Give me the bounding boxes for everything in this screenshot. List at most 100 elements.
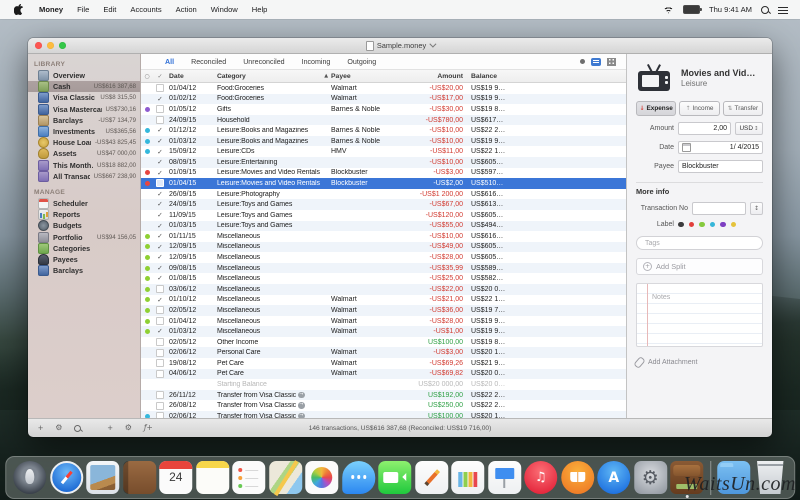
menu-item-edit[interactable]: Edit xyxy=(96,5,123,14)
transaction-row[interactable]: ✓ 01/03/12 Leisure:Books and Magazines Barn… xyxy=(141,135,626,147)
list-view-icon[interactable] xyxy=(591,57,601,66)
sidebar-item-payees[interactable]: Payees xyxy=(28,253,140,265)
sidebar-item-visa-classic[interactable]: Visa Classic US$8 315,50 xyxy=(28,92,140,104)
reconciled-cell[interactable] xyxy=(153,348,167,357)
tab-unreconciled[interactable]: Unreconciled xyxy=(243,58,284,66)
sidebar-item-budgets[interactable]: Budgets xyxy=(28,220,140,232)
menu-item-file[interactable]: File xyxy=(70,5,96,14)
reconciled-cell[interactable]: ✓ xyxy=(153,223,167,230)
dock-preview-icon[interactable] xyxy=(86,461,120,494)
reconciled-cell[interactable] xyxy=(153,285,167,294)
reconciled-cell[interactable]: ✓ xyxy=(153,159,167,166)
dock-numbers-icon[interactable] xyxy=(451,461,485,494)
menu-item-money[interactable]: Money xyxy=(32,5,70,14)
transaction-row[interactable]: ✓ 01/11/15 Miscellaneous -US$10,00 US$616… xyxy=(141,231,626,242)
reconciled-cell[interactable]: ✓ xyxy=(153,233,167,240)
date-field[interactable]: 1/ 4/2015 xyxy=(678,141,763,154)
transaction-row[interactable]: 24/09/15 Household -US$780,00 US$617… xyxy=(141,114,626,126)
transaction-no-stepper[interactable]: ↕ xyxy=(750,202,763,215)
transaction-row[interactable]: ✓ 01/08/15 Miscellaneous -US$25,00 US$582… xyxy=(141,273,626,284)
category-column-header[interactable]: Category ▲ xyxy=(217,73,331,80)
tab-all[interactable]: All xyxy=(165,58,174,66)
menu-item-help[interactable]: Help xyxy=(245,5,275,14)
amount-column-header[interactable]: Amount xyxy=(411,73,463,80)
dock-facetime-icon[interactable] xyxy=(378,461,412,494)
wifi-icon[interactable] xyxy=(662,6,674,14)
transaction-row[interactable]: ✓ 01/02/12 Food:Groceries Walmart -US$17,00 U… xyxy=(141,93,626,105)
reconciled-cell[interactable]: ✓ xyxy=(153,201,167,208)
sidebar-item-all-transac-[interactable]: All Transac…US$667 238,90 xyxy=(28,170,140,182)
reconciled-cell[interactable]: ✓ xyxy=(153,148,167,156)
action-fx-button[interactable]: ƒ+ xyxy=(144,424,153,432)
transaction-row[interactable]: 02/06/12 Personal Care Walmart -US$3,00 US$2… xyxy=(141,347,626,359)
record-view-icon[interactable] xyxy=(580,59,585,64)
transaction-row[interactable]: ✓ 09/08/15 Miscellaneous -US$35,99 US$589… xyxy=(141,262,626,274)
transaction-row[interactable]: ✓ 11/09/15 Leisure:Toys and Games -US$120,0… xyxy=(141,210,626,221)
transaction-row[interactable]: ✓ 01/12/12 Leisure:Books and Magazines Barn… xyxy=(141,125,626,136)
reconciled-cell[interactable] xyxy=(153,338,167,347)
reconciled-cell[interactable]: ✓ xyxy=(153,170,167,177)
spotlight-icon[interactable] xyxy=(761,5,769,14)
label-color-dot[interactable] xyxy=(709,221,715,228)
dock-ibooks-icon[interactable] xyxy=(560,461,594,494)
sidebar-item-overview[interactable]: Overview xyxy=(28,70,140,82)
transaction-row[interactable]: 01/04/12 Miscellaneous Walmart -US$28,00 US$… xyxy=(141,316,626,327)
label-color-dot[interactable] xyxy=(699,221,705,228)
title-chevron-icon[interactable] xyxy=(429,40,437,48)
expense-button[interactable]: ↓ Expense xyxy=(636,101,677,116)
transaction-row[interactable]: 03/06/12 Miscellaneous -US$22,00 US$20 0… xyxy=(141,283,626,295)
sidebar-item-investments[interactable]: Investments US$365,56 xyxy=(28,126,140,138)
transaction-row[interactable]: ✓ 26/09/15 Leisure:Photography -US$1 200,00… xyxy=(141,189,626,200)
sidebar-item-this-month-[interactable]: This Month… US$18 882,00 xyxy=(28,159,140,171)
sidebar-item-assets[interactable]: Assets US$47 000,00 xyxy=(28,148,140,160)
dock-messages-icon[interactable] xyxy=(341,461,375,494)
dock-maps-icon[interactable] xyxy=(268,461,302,494)
transaction-row[interactable]: 04/06/12 Pet Care Walmart -US$69,82 US$20 0… xyxy=(141,368,626,380)
reconciled-cell[interactable]: ✓ xyxy=(153,328,167,335)
add-account-button[interactable]: + xyxy=(38,423,43,433)
amount-field[interactable]: 2,00 xyxy=(678,122,731,135)
dock-contacts-icon[interactable] xyxy=(122,461,156,494)
reconciled-cell[interactable]: ✓ xyxy=(153,127,167,134)
balance-column-header[interactable]: Balance xyxy=(463,73,525,80)
battery-icon[interactable] xyxy=(682,5,702,14)
transaction-row[interactable]: ✓ 01/03/12 Miscellaneous Walmart -US$1,00 US$… xyxy=(141,326,626,337)
reconciled-cell[interactable]: ✓ xyxy=(153,265,167,272)
reconciled-cell[interactable] xyxy=(153,179,167,188)
dock-reminders-icon[interactable] xyxy=(232,461,266,494)
label-color-dot[interactable] xyxy=(720,221,726,228)
apple-menu-icon[interactable] xyxy=(14,4,23,15)
reconciled-cell[interactable]: ✓ xyxy=(153,212,167,219)
menu-item-accounts[interactable]: Accounts xyxy=(123,5,168,14)
transaction-row[interactable]: 02/06/12 Transfer from Visa Classic → US$10… xyxy=(141,410,626,418)
transaction-row[interactable]: 26/08/12 Transfer from Visa Classic → US$25… xyxy=(141,400,626,411)
grid-view-icon[interactable] xyxy=(607,57,616,66)
reconciled-cell[interactable] xyxy=(153,369,167,378)
status-column-header[interactable]: ○ xyxy=(141,73,153,80)
reconciled-cell[interactable] xyxy=(153,391,167,400)
notification-center-icon[interactable] xyxy=(778,6,788,14)
transaction-row[interactable]: ✓ 01/03/15 Leisure:Toys and Games -US$55,00… xyxy=(141,220,626,232)
transaction-row[interactable]: ✓ 01/10/12 Miscellaneous Walmart -US$21,00 US… xyxy=(141,295,626,306)
date-column-header[interactable]: Date xyxy=(167,73,217,80)
reconciled-cell[interactable] xyxy=(153,306,167,315)
sidebar-item-cash[interactable]: Cash US$616 387,68 xyxy=(28,81,140,93)
reconciled-cell[interactable] xyxy=(153,84,167,93)
tab-reconciled[interactable]: Reconciled xyxy=(191,58,226,66)
calendar-icon[interactable] xyxy=(682,143,691,152)
sidebar-gear-button[interactable]: ⚙ xyxy=(55,424,62,432)
dock-itunes-icon[interactable]: ♫ xyxy=(524,461,558,494)
sidebar-item-visa-mastercard[interactable]: Visa MastercardUS$730,16 xyxy=(28,103,140,115)
reconciled-cell[interactable]: ✓ xyxy=(153,96,167,103)
transaction-row[interactable]: ✓ 12/09/15 Miscellaneous -US$28,00 US$605… xyxy=(141,252,626,263)
dock-safari-icon[interactable] xyxy=(49,461,83,494)
search-button[interactable] xyxy=(74,424,82,432)
transfer-icon[interactable]: → xyxy=(298,402,305,409)
transaction-row[interactable]: 02/05/12 Other Income US$100,00 US$19 8… xyxy=(141,337,626,348)
transaction-row[interactable]: ✓ 15/09/12 Leisure:CDs HMV -US$11,00 US$22 1… xyxy=(141,146,626,157)
reconciled-cell[interactable]: ✓ xyxy=(153,254,167,261)
transaction-no-field[interactable] xyxy=(692,202,746,215)
reconciled-cell[interactable]: ✓ xyxy=(153,191,167,198)
sidebar-item-portfolio[interactable]: Portfolio US$94 156,05 xyxy=(28,231,140,243)
transaction-row[interactable]: 02/05/12 Miscellaneous Walmart -US$36,00 US$… xyxy=(141,305,626,316)
